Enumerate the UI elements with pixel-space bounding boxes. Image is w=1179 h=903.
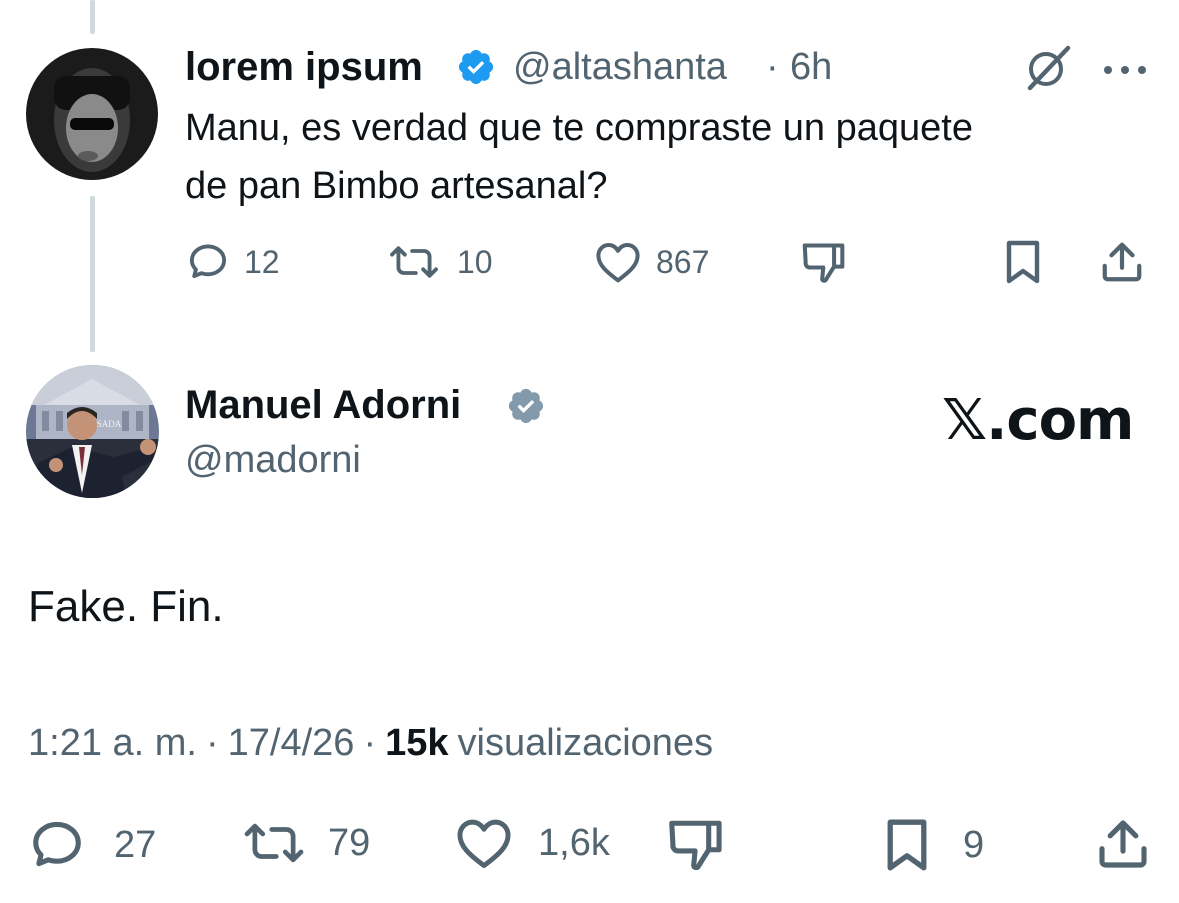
meta-separator: ·	[205, 722, 219, 764]
like-icon	[457, 819, 511, 869]
bookmark-icon	[887, 819, 927, 871]
repost-count: 10	[457, 243, 493, 280]
share-button[interactable]	[1095, 814, 1151, 874]
like-count: 867	[656, 243, 710, 280]
grok-icon[interactable]	[1022, 44, 1074, 97]
thread-line-top	[90, 0, 95, 34]
author-handle[interactable]: @madorni	[185, 439, 361, 482]
reply-button[interactable]: 12	[186, 240, 280, 284]
dislike-icon	[669, 820, 722, 871]
author-name[interactable]: Manuel Adorni	[185, 383, 461, 428]
repost-button[interactable]: 79	[240, 816, 370, 870]
tweet-metadata: 1:21 a. m. · 17/4/26 · 15k visualizacion…	[28, 722, 713, 765]
repost-icon	[244, 823, 304, 863]
avatar-manuel-adorni[interactable]: A ROSADA	[26, 365, 159, 498]
views-count: 15k	[385, 722, 449, 764]
verified-badge-icon	[456, 47, 496, 92]
tweet-text-line-2: de pan Bimbo artesanal?	[185, 165, 608, 207]
share-icon	[1099, 820, 1147, 868]
verified-badge-icon	[506, 386, 546, 431]
meta-separator: ·	[363, 722, 377, 764]
bookmark-icon	[1006, 240, 1040, 284]
meta-separator: ·	[766, 46, 779, 88]
like-icon	[596, 243, 640, 283]
like-button[interactable]: 867	[594, 240, 709, 284]
like-count: 1,6k	[538, 821, 610, 864]
share-icon	[1102, 242, 1142, 282]
repost-icon	[390, 246, 438, 278]
tweet-text-line-1: Manu, es verdad que te compraste un paqu…	[185, 107, 973, 149]
reply-count: 27	[114, 823, 157, 866]
repost-button[interactable]: 10	[385, 240, 493, 284]
reply-count: 12	[244, 243, 280, 280]
reply-button[interactable]: 27	[28, 816, 156, 874]
views-label: visualizaciones	[457, 722, 714, 764]
reply-icon	[189, 244, 227, 279]
repost-count: 79	[328, 821, 371, 864]
tweet-date[interactable]: 17/4/26	[228, 722, 355, 765]
author-handle[interactable]: @altashanta	[513, 46, 727, 89]
avatar-lorem-ipsum[interactable]	[26, 48, 158, 180]
tweet-time[interactable]: 6h	[790, 46, 832, 89]
more-icon[interactable]	[1103, 62, 1147, 80]
like-button[interactable]: 1,6k	[454, 816, 610, 870]
bookmark-button[interactable]: 9	[883, 815, 984, 875]
dislike-button[interactable]	[666, 816, 726, 872]
author-name[interactable]: lorem ipsum	[185, 45, 423, 90]
reply-icon	[33, 821, 81, 867]
tweet-time[interactable]: 1:21 a. m.	[28, 722, 197, 765]
thread-line-bottom	[90, 196, 95, 352]
bookmark-button[interactable]	[1003, 238, 1043, 286]
dislike-icon	[802, 243, 845, 283]
share-button[interactable]	[1099, 238, 1145, 286]
dislike-button[interactable]	[800, 240, 848, 284]
tweet-text: Fake. Fin.	[28, 582, 224, 631]
bookmark-count: 9	[963, 823, 985, 866]
x-com-watermark: 𝕏.com	[942, 388, 1134, 453]
